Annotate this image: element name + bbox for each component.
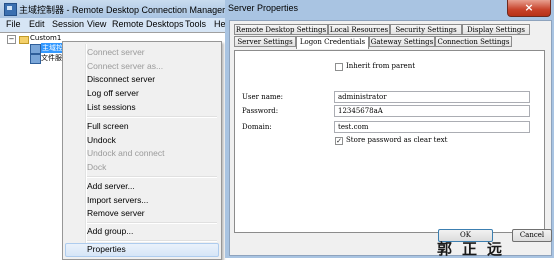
username-field[interactable]: administrator <box>334 91 530 103</box>
menu-separator <box>87 222 217 224</box>
inherit-from-parent-label: Inherit from parent <box>346 62 416 70</box>
author-watermark: 郭正远 <box>437 240 513 258</box>
menu-file[interactable]: File <box>6 19 21 29</box>
menu-item-dock[interactable]: Dock <box>87 162 106 172</box>
menu-item-log-off-server[interactable]: Log off server <box>87 88 139 98</box>
menu-tools[interactable]: Tools <box>185 19 206 29</box>
store-password-checkbox[interactable]: ✓ <box>335 137 343 145</box>
tab-gateway-settings[interactable]: Gateway Settings <box>369 36 435 47</box>
dialog-body: Remote Desktop Settings Local Resources … <box>229 20 552 256</box>
menu-item-disconnect-server[interactable]: Disconnect server <box>87 74 155 84</box>
menu-item-undock-and-connect[interactable]: Undock and connect <box>87 148 165 158</box>
menu-item-add-server[interactable]: Add server... <box>87 181 135 191</box>
tab-server-settings[interactable]: Server Settings <box>234 36 296 47</box>
menu-separator <box>87 176 217 178</box>
menu-item-properties[interactable]: Properties <box>87 244 126 254</box>
menu-item-connect-server[interactable]: Connect server <box>87 47 145 57</box>
menu-separator <box>87 240 217 242</box>
tab-display-settings[interactable]: Display Settings <box>462 24 530 35</box>
group-folder-icon <box>19 36 29 44</box>
dialog-title: Server Properties <box>228 3 299 13</box>
context-menu: Connect server Connect server as... Disc… <box>62 41 222 260</box>
tab-connection-settings[interactable]: Connection Settings <box>435 36 512 47</box>
password-label: Password: <box>242 107 279 115</box>
tree-server-item[interactable]: 主域控 <box>41 43 64 53</box>
menu-item-undock[interactable]: Undock <box>87 135 116 145</box>
tab-security-settings[interactable]: Security Settings <box>390 24 462 35</box>
tab-local-resources[interactable]: Local Resources <box>328 24 390 35</box>
close-icon: × <box>524 1 534 14</box>
domain-field[interactable]: test.com <box>334 121 530 133</box>
close-button[interactable]: × <box>507 0 551 17</box>
menu-item-add-group[interactable]: Add group... <box>87 226 133 236</box>
menu-item-import-servers[interactable]: Import servers... <box>87 195 148 205</box>
server-properties-dialog: Server Properties × Remote Desktop Setti… <box>225 0 554 258</box>
logon-credentials-panel: Inherit from parent User name: administr… <box>234 50 545 233</box>
collapse-icon[interactable]: − <box>7 35 16 44</box>
username-label: User name: <box>242 93 284 101</box>
menu-item-connect-server-as[interactable]: Connect server as... <box>87 61 163 71</box>
cancel-button[interactable]: Cancel <box>512 229 552 242</box>
tab-remote-desktop-settings[interactable]: Remote Desktop Settings <box>234 24 328 35</box>
menu-help[interactable]: He <box>214 19 226 29</box>
dialog-title-bar: Server Properties × <box>225 0 554 18</box>
menu-view[interactable]: View <box>87 19 106 29</box>
password-field[interactable]: 12345678aA <box>334 105 530 117</box>
checkmark-icon: ✓ <box>336 137 342 145</box>
menu-item-full-screen[interactable]: Full screen <box>87 121 129 131</box>
domain-label: Domain: <box>242 123 272 131</box>
inherit-from-parent-checkbox[interactable] <box>335 63 343 71</box>
server-icon <box>30 44 41 54</box>
menu-session[interactable]: Session <box>52 19 84 29</box>
tab-logon-credentials[interactable]: Logon Credentials <box>296 36 369 49</box>
menu-remote-desktops[interactable]: Remote Desktops <box>112 19 184 29</box>
tree-server-item[interactable]: 文件服 <box>41 53 62 63</box>
window-title: 主域控制器 - Remote Desktop Connection Manage… <box>19 5 245 15</box>
menu-item-list-sessions[interactable]: List sessions <box>87 102 136 112</box>
store-password-label: Store password as clear text <box>346 136 448 144</box>
menu-item-remove-server[interactable]: Remove server <box>87 208 145 218</box>
menu-separator <box>87 116 217 118</box>
tree-group-custom1[interactable]: Custom1 <box>30 34 61 42</box>
menu-edit[interactable]: Edit <box>29 19 45 29</box>
app-icon <box>4 3 17 16</box>
server-icon <box>30 54 41 64</box>
